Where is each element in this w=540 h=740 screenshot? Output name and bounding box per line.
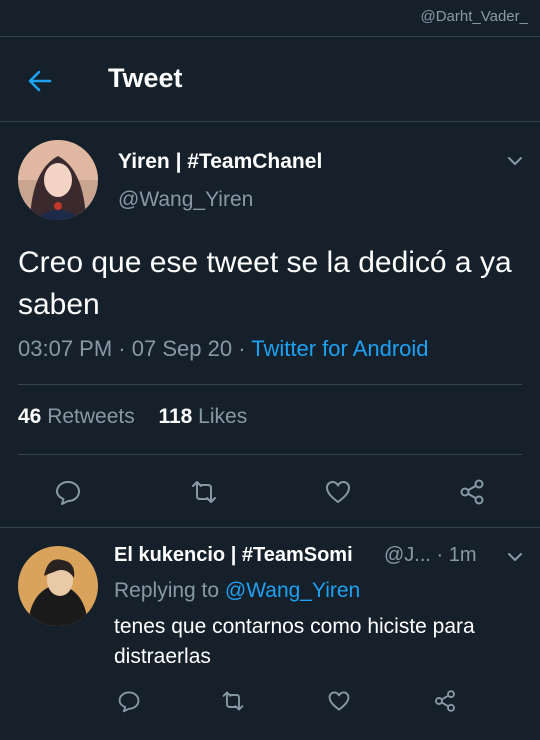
reply-icon xyxy=(56,481,80,505)
divider xyxy=(18,384,522,385)
reply-button[interactable] xyxy=(48,472,88,512)
retweet-icon xyxy=(222,691,244,711)
tweet-date: 07 Sep 20 xyxy=(131,336,233,361)
like-button[interactable] xyxy=(318,472,358,512)
divider xyxy=(18,454,522,455)
retweet-icon xyxy=(192,481,216,503)
reply-age: 1m xyxy=(448,544,477,566)
tweet-meta: 03:07 PM · 07 Sep 20 · Twitter for Andro… xyxy=(18,336,429,362)
back-arrow-icon[interactable] xyxy=(26,67,54,95)
author-name[interactable]: Yiren | #TeamChanel xyxy=(118,150,322,174)
replying-to-mention[interactable]: @Wang_Yiren xyxy=(225,579,360,602)
share-button[interactable] xyxy=(452,472,492,512)
top-bar: Tweet xyxy=(0,36,540,122)
replying-to: Replying to @Wang_Yiren xyxy=(114,579,360,603)
reply-icon xyxy=(118,691,140,713)
likes-count[interactable]: 118 xyxy=(158,405,192,428)
page-title: Tweet xyxy=(108,63,183,93)
retweets-count[interactable]: 46 xyxy=(18,405,41,428)
tweet-time: 03:07 PM xyxy=(18,336,113,361)
meta-separator: · xyxy=(118,336,132,361)
reply-like-button[interactable] xyxy=(322,684,356,718)
like-heart-icon xyxy=(326,481,350,503)
author-handle[interactable]: @Wang_Yiren xyxy=(118,188,253,212)
reply-author-handle[interactable]: @J... xyxy=(384,544,431,566)
chevron-down-icon[interactable] xyxy=(505,151,525,171)
reply-retweet-button[interactable] xyxy=(216,684,250,718)
reply-reply-button[interactable] xyxy=(112,684,146,718)
reply-author-meta: @J... · 1m xyxy=(384,544,477,567)
meta-separator: · xyxy=(436,544,449,566)
tweet-text: Creo que ese tweet se la dedicó a ya sab… xyxy=(18,246,512,321)
reply-text: tenes que contarnos como hiciste para di… xyxy=(114,615,475,668)
tweet-stats: 46 Retweets 118 Likes xyxy=(18,405,247,429)
replying-prefix: Replying to xyxy=(114,579,220,602)
watermark-handle: @Darht_Vader_ xyxy=(420,8,528,25)
likes-label[interactable]: Likes xyxy=(198,405,247,428)
share-icon xyxy=(460,479,484,505)
share-icon xyxy=(435,690,455,712)
retweet-button[interactable] xyxy=(184,472,224,512)
reply-author-avatar[interactable] xyxy=(18,546,98,626)
reply-share-button[interactable] xyxy=(428,684,462,718)
author-avatar[interactable] xyxy=(18,140,98,220)
retweets-label[interactable]: Retweets xyxy=(47,405,135,428)
reply-author-name[interactable]: El kukencio | #TeamSomi xyxy=(114,544,353,567)
like-heart-icon xyxy=(328,691,350,711)
meta-separator: · xyxy=(238,336,252,361)
tweet-source-link[interactable]: Twitter for Android xyxy=(251,336,428,361)
chevron-down-icon[interactable] xyxy=(505,547,525,567)
section-divider xyxy=(0,527,540,528)
